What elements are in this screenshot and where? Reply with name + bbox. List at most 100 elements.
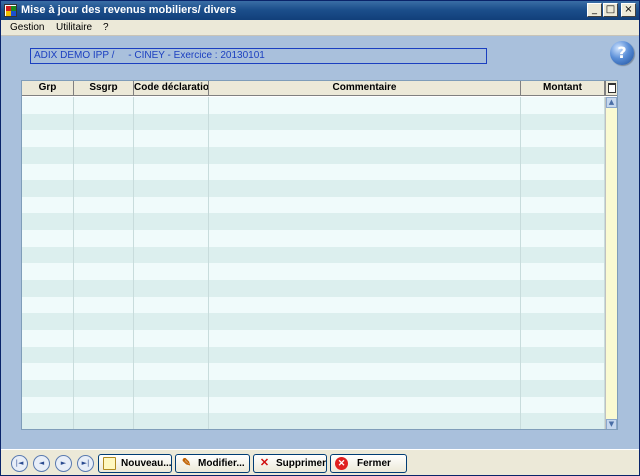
table-cell[interactable] xyxy=(209,196,521,214)
table-cell[interactable] xyxy=(521,413,605,429)
table-cell[interactable] xyxy=(74,313,134,330)
table-cell[interactable] xyxy=(521,97,605,114)
table-cell[interactable] xyxy=(74,196,134,214)
table-cell[interactable] xyxy=(134,97,209,114)
table-cell[interactable] xyxy=(22,396,74,414)
previous-record-icon[interactable]: ◄ xyxy=(33,455,50,472)
table-cell[interactable] xyxy=(209,413,521,429)
table-cell[interactable] xyxy=(521,296,605,314)
table-cell[interactable] xyxy=(209,280,521,297)
table-cell[interactable] xyxy=(74,296,134,314)
table-cell[interactable] xyxy=(521,363,605,380)
table-cell[interactable] xyxy=(209,263,521,281)
table-cell[interactable] xyxy=(209,146,521,164)
table-cell[interactable] xyxy=(209,163,521,181)
help-icon[interactable]: ? xyxy=(610,41,634,65)
table-cell[interactable] xyxy=(134,346,209,364)
table-cell[interactable] xyxy=(74,130,134,147)
table-cell[interactable] xyxy=(521,163,605,181)
table-cell[interactable] xyxy=(22,313,74,330)
table-cell[interactable] xyxy=(521,180,605,197)
title-bar[interactable]: Mise à jour des revenus mobiliers/ diver… xyxy=(1,1,639,20)
table-cell[interactable] xyxy=(521,263,605,281)
table-cell[interactable] xyxy=(134,413,209,429)
close-button[interactable]: × xyxy=(621,3,636,17)
scroll-down-icon[interactable]: ▼ xyxy=(606,419,617,429)
data-grid[interactable]: Grp Ssgrp Code déclaration Commentaire M… xyxy=(21,80,618,430)
table-cell[interactable] xyxy=(209,346,521,364)
table-row[interactable] xyxy=(22,280,605,297)
table-cell[interactable] xyxy=(74,113,134,131)
table-cell[interactable] xyxy=(521,313,605,330)
table-cell[interactable] xyxy=(134,263,209,281)
table-cell[interactable] xyxy=(74,263,134,281)
table-row[interactable] xyxy=(22,113,605,131)
table-cell[interactable] xyxy=(134,396,209,414)
next-record-icon[interactable]: ► xyxy=(55,455,72,472)
table-cell[interactable] xyxy=(22,329,74,347)
table-cell[interactable] xyxy=(209,213,521,231)
table-cell[interactable] xyxy=(74,230,134,247)
table-cell[interactable] xyxy=(22,263,74,281)
table-cell[interactable] xyxy=(134,213,209,231)
table-cell[interactable] xyxy=(134,146,209,164)
table-cell[interactable] xyxy=(22,346,74,364)
table-cell[interactable] xyxy=(74,363,134,380)
table-cell[interactable] xyxy=(134,113,209,131)
table-cell[interactable] xyxy=(22,379,74,397)
table-row[interactable] xyxy=(22,346,605,364)
table-cell[interactable] xyxy=(74,396,134,414)
table-cell[interactable] xyxy=(521,130,605,147)
table-cell[interactable] xyxy=(22,163,74,181)
table-cell[interactable] xyxy=(22,363,74,380)
table-cell[interactable] xyxy=(521,329,605,347)
table-cell[interactable] xyxy=(74,97,134,114)
table-cell[interactable] xyxy=(74,280,134,297)
table-row[interactable] xyxy=(22,230,605,247)
table-cell[interactable] xyxy=(22,130,74,147)
table-cell[interactable] xyxy=(521,196,605,214)
table-cell[interactable] xyxy=(22,113,74,131)
table-row[interactable] xyxy=(22,163,605,181)
table-cell[interactable] xyxy=(134,313,209,330)
table-cell[interactable] xyxy=(22,280,74,297)
table-cell[interactable] xyxy=(209,230,521,247)
table-cell[interactable] xyxy=(74,413,134,429)
scroll-up-icon[interactable]: ▲ xyxy=(606,97,617,108)
table-cell[interactable] xyxy=(22,180,74,197)
grid-body[interactable] xyxy=(22,97,605,429)
table-cell[interactable] xyxy=(134,130,209,147)
table-cell[interactable] xyxy=(209,180,521,197)
table-cell[interactable] xyxy=(22,230,74,247)
table-cell[interactable] xyxy=(521,346,605,364)
table-cell[interactable] xyxy=(521,379,605,397)
supprimer-button[interactable]: ✕ Supprimer xyxy=(253,454,327,473)
table-cell[interactable] xyxy=(134,379,209,397)
table-cell[interactable] xyxy=(209,113,521,131)
table-cell[interactable] xyxy=(22,196,74,214)
table-cell[interactable] xyxy=(209,363,521,380)
menu-help[interactable]: ? xyxy=(103,22,109,33)
table-row[interactable] xyxy=(22,246,605,264)
column-header-code-declaration[interactable]: Code déclaration xyxy=(134,81,209,96)
table-cell[interactable] xyxy=(521,146,605,164)
menu-gestion[interactable]: Gestion xyxy=(10,22,44,33)
table-row[interactable] xyxy=(22,329,605,347)
table-row[interactable] xyxy=(22,363,605,380)
table-row[interactable] xyxy=(22,413,605,429)
table-row[interactable] xyxy=(22,296,605,314)
column-header-grp[interactable]: Grp xyxy=(22,81,74,96)
table-cell[interactable] xyxy=(209,313,521,330)
table-cell[interactable] xyxy=(209,379,521,397)
last-record-icon[interactable]: ►| xyxy=(77,455,94,472)
table-cell[interactable] xyxy=(521,396,605,414)
table-row[interactable] xyxy=(22,313,605,330)
table-cell[interactable] xyxy=(134,246,209,264)
table-cell[interactable] xyxy=(521,280,605,297)
table-row[interactable] xyxy=(22,180,605,197)
nouveau-button[interactable]: Nouveau... xyxy=(98,454,172,473)
table-cell[interactable] xyxy=(134,163,209,181)
minimize-button[interactable]: _ xyxy=(587,3,602,17)
table-cell[interactable] xyxy=(22,213,74,231)
table-row[interactable] xyxy=(22,263,605,281)
